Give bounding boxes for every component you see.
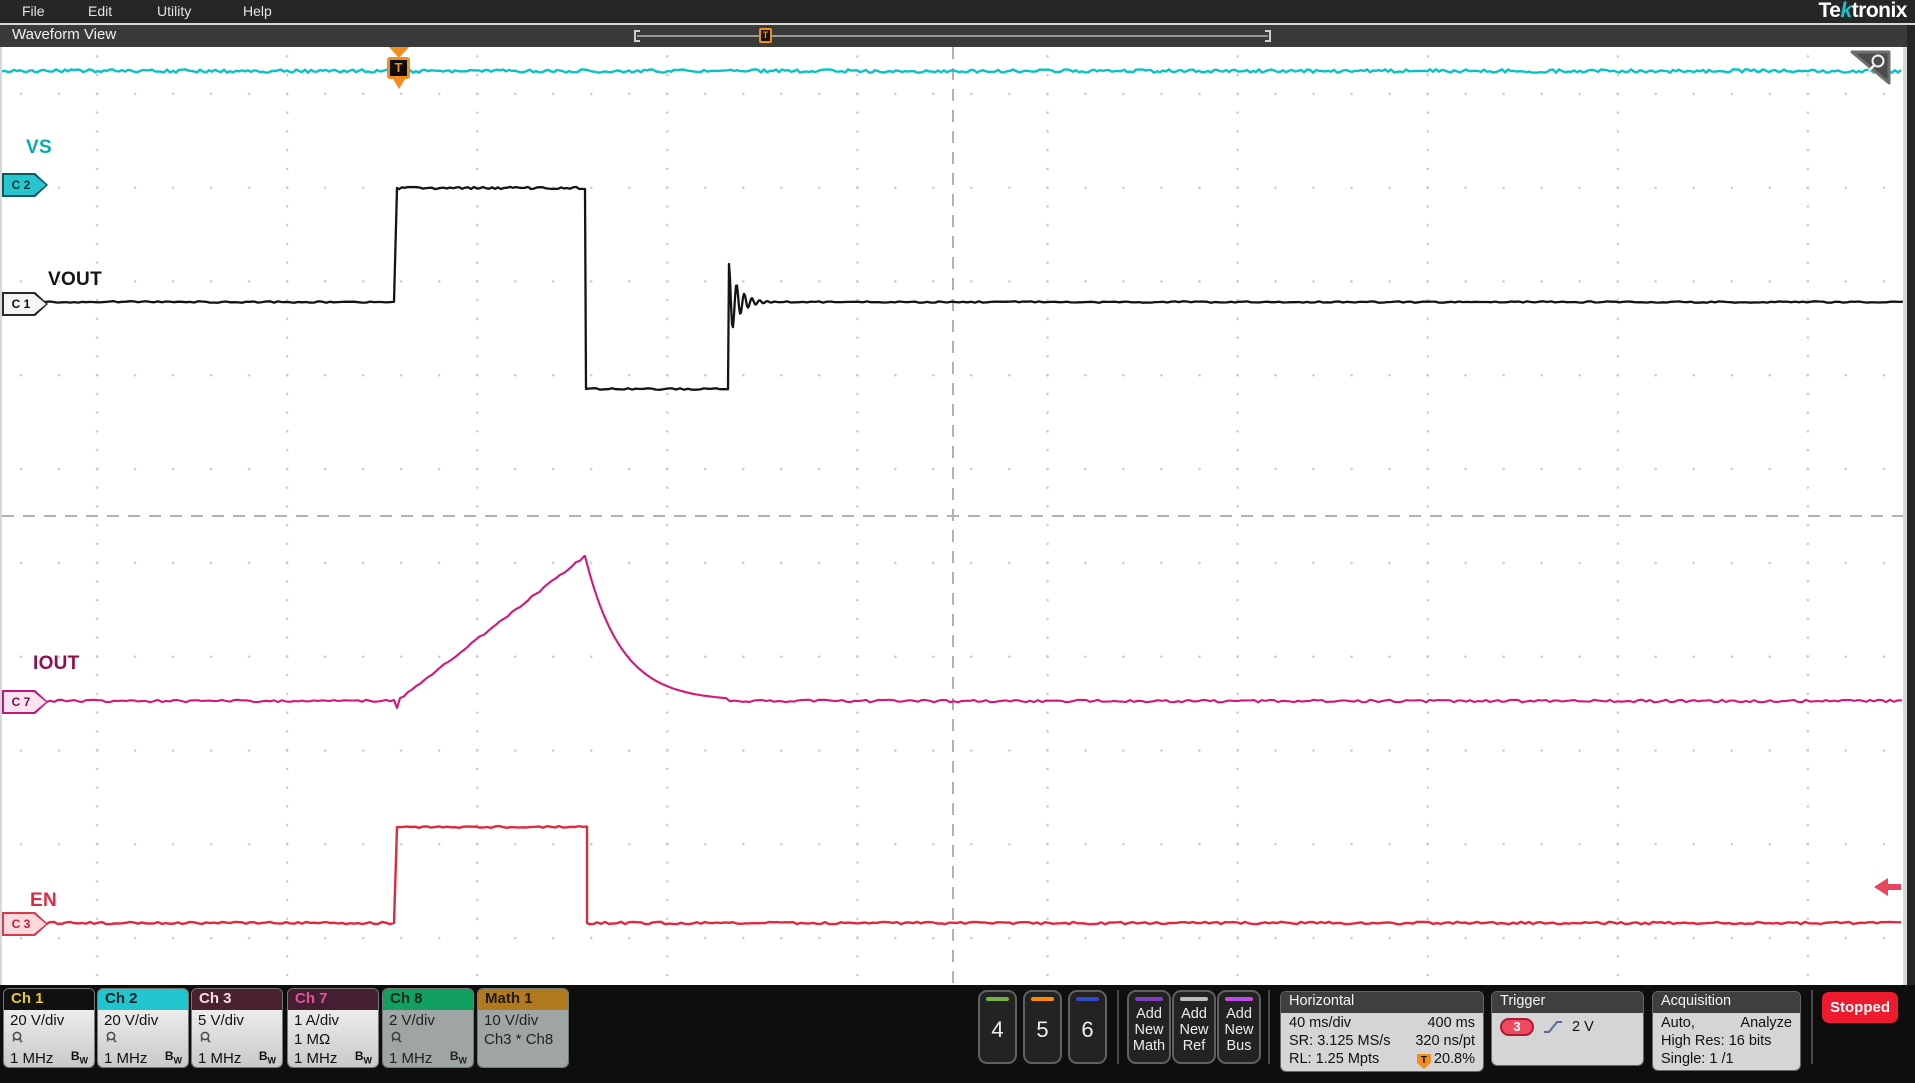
channel-4-button[interactable]: 4 <box>978 990 1017 1064</box>
channel-badge-ch3[interactable]: Ch 3 5 V/div 1 MHzBW <box>191 988 283 1068</box>
add-new-bus-button[interactable]: Add New Bus <box>1217 990 1261 1064</box>
bandwidth-limit-icon: BW <box>450 1049 467 1067</box>
oscilloscope-app: File Edit Utility Help Tektronix Wavefor… <box>0 0 1915 1083</box>
channel-badge-ch8[interactable]: Ch 8 2 V/div 1 MHzBW <box>382 988 474 1068</box>
menu-bar: File Edit Utility Help Tektronix <box>0 0 1915 23</box>
trigger-flag-icon: T <box>1417 1054 1431 1069</box>
record-minimap[interactable] <box>637 35 1268 37</box>
settings-bar: Ch 1 20 V/div 1 MHzBW Ch 2 20 V/div 1 MH… <box>0 985 1915 1083</box>
channel-6-button[interactable]: 6 <box>1068 990 1107 1064</box>
ref-color-stripe <box>1180 997 1207 1001</box>
tektronix-logo: Tektronix <box>1819 0 1907 23</box>
trace-label-en[interactable]: EN <box>30 890 57 912</box>
minimap-right-bracket[interactable] <box>1265 30 1271 42</box>
trigger-position-wedge-icon <box>393 79 405 89</box>
channel-5-button[interactable]: 5 <box>1023 990 1062 1064</box>
channel-4-color-stripe <box>986 997 1010 1001</box>
waveform-view-titlebar: Waveform View T <box>0 25 1907 47</box>
trace-label-vout[interactable]: VOUT <box>48 269 102 291</box>
acquisition-settings-panel[interactable]: Acquisition Auto,Analyze High Res: 16 bi… <box>1652 991 1801 1071</box>
probe-icon <box>10 1031 24 1044</box>
run-stop-status-button[interactable]: Stopped <box>1822 992 1898 1023</box>
trigger-level-arrow-icon[interactable] <box>1874 878 1901 896</box>
minimap-left-bracket[interactable] <box>634 30 640 42</box>
math-badge-math1[interactable]: Math 1 10 V/div Ch3 * Ch8 <box>477 988 569 1068</box>
channel-6-color-stripe <box>1076 997 1100 1001</box>
probe-icon <box>104 1031 118 1044</box>
bandwidth-limit-icon: BW <box>71 1049 88 1067</box>
channel-badge-ch2[interactable]: Ch 2 20 V/div 1 MHzBW <box>97 988 189 1068</box>
waveform-canvas[interactable]: T VS VOUT IOUT EN C 2 C 1 C 7 C 3 <box>2 47 1903 985</box>
divider <box>1117 990 1119 1064</box>
zoom-corner-button[interactable] <box>1849 49 1893 87</box>
bandwidth-limit-icon: BW <box>355 1049 372 1067</box>
minimap-trigger-icon[interactable]: T <box>759 28 772 43</box>
add-new-ref-button[interactable]: Add New Ref <box>1172 990 1216 1064</box>
menu-file[interactable]: File <box>22 0 45 23</box>
menu-edit[interactable]: Edit <box>88 0 112 23</box>
trigger-source-badge: 3 <box>1500 1018 1534 1036</box>
menu-help[interactable]: Help <box>243 0 272 23</box>
channel-badge-ch7[interactable]: Ch 7 1 A/div 1 MΩ 1 MHzBW <box>287 988 379 1068</box>
trace-label-vs[interactable]: VS <box>26 137 52 159</box>
trigger-settings-panel[interactable]: Trigger 3 2 V <box>1491 991 1644 1066</box>
trace-label-iout[interactable]: IOUT <box>33 653 80 675</box>
add-new-math-button[interactable]: Add New Math <box>1127 990 1171 1064</box>
probe-icon <box>198 1031 212 1044</box>
waveform-traces <box>2 47 1903 985</box>
bandwidth-limit-icon: BW <box>259 1049 276 1067</box>
analyze-link[interactable]: Analyze <box>1740 1014 1792 1032</box>
bandwidth-limit-icon: BW <box>165 1049 182 1067</box>
view-title: Waveform View <box>12 26 116 43</box>
divider <box>1268 990 1270 1064</box>
channel-5-color-stripe <box>1031 997 1055 1001</box>
trigger-position-marker[interactable]: T <box>387 57 410 79</box>
channel-badge-ch1[interactable]: Ch 1 20 V/div 1 MHzBW <box>3 988 95 1068</box>
math-color-stripe <box>1135 997 1162 1001</box>
horizontal-settings-panel[interactable]: Horizontal 40 ms/div400 ms SR: 3.125 MS/… <box>1280 991 1484 1072</box>
probe-icon <box>389 1031 403 1044</box>
rising-edge-icon <box>1542 1019 1564 1035</box>
divider <box>1811 990 1813 1064</box>
bus-color-stripe <box>1225 997 1252 1001</box>
menu-utility[interactable]: Utility <box>157 0 191 23</box>
